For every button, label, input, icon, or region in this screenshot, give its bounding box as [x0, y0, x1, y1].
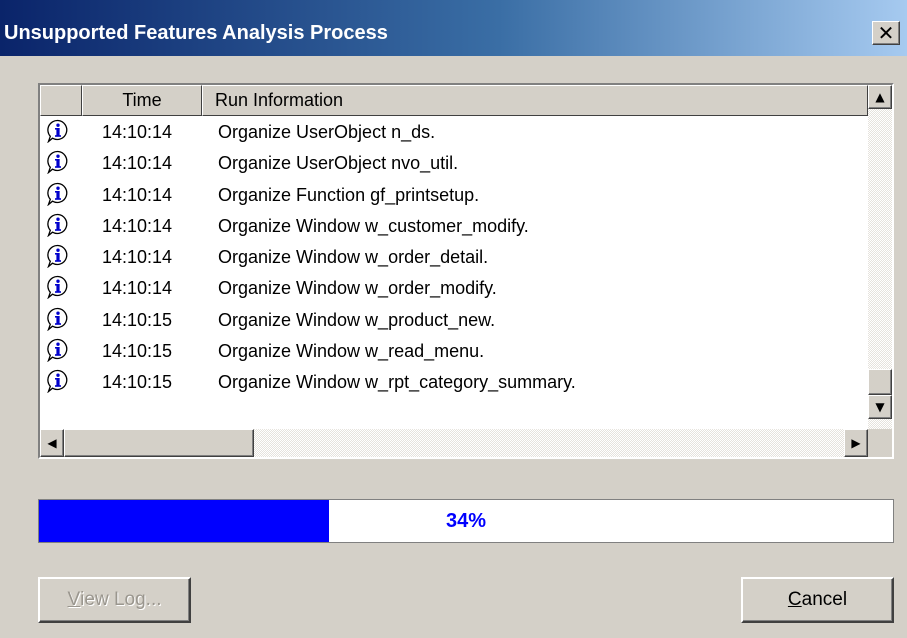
cancel-button[interactable]: Cancel: [741, 577, 894, 623]
log-message: Organize Window w_product_new.: [218, 309, 496, 330]
view-log-mnemonic: V: [67, 589, 81, 610]
info-icon: [46, 213, 70, 238]
list-item[interactable]: 14:10:14 Organize Window w_customer_modif…: [40, 210, 868, 241]
log-message: Organize Window w_rpt_category_summary.: [218, 372, 576, 393]
log-time: 14:10:14: [102, 153, 173, 174]
list-item[interactable]: 14:10:14 Organize Window w_order_modify.: [40, 272, 868, 303]
info-icon: [46, 244, 70, 269]
list-item[interactable]: 14:10:14 Organize Window w_order_detail.: [40, 241, 868, 272]
list-item[interactable]: 14:10:14 Organize Function gf_printsetup.: [40, 179, 868, 210]
log-message: Organize Function gf_printsetup.: [218, 184, 480, 205]
list-item[interactable]: 14:10:14 Organize UserObject nvo_util.: [40, 147, 868, 178]
vertical-scroll-thumb[interactable]: [868, 369, 892, 395]
info-icon: [46, 119, 70, 144]
log-message: Organize Window w_read_menu.: [218, 341, 485, 362]
horizontal-scroll-thumb[interactable]: [64, 429, 254, 457]
list-item[interactable]: 14:10:15 Organize Window w_read_menu.: [40, 335, 868, 366]
vertical-scrollbar[interactable]: ▲ ▼: [868, 85, 892, 429]
log-message: Organize Window w_order_modify.: [218, 278, 497, 299]
progress-bar: 34%: [38, 499, 894, 543]
log-time: 14:10:14: [102, 122, 173, 142]
info-icon: [46, 182, 70, 207]
close-icon: ✕: [877, 21, 895, 45]
arrow-down-icon: ▼: [875, 400, 885, 414]
scrollbar-corner: [868, 429, 892, 457]
info-icon: [46, 338, 70, 363]
info-icon: [46, 369, 70, 394]
log-time: 14:10:15: [102, 309, 173, 330]
header-run-information-column[interactable]: Run Information: [202, 85, 868, 116]
cancel-mnemonic: C: [787, 589, 802, 610]
arrow-up-icon: ▲: [875, 90, 885, 104]
close-button[interactable]: ✕: [872, 21, 900, 45]
log-message: Organize UserObject n_ds.: [218, 122, 436, 142]
header-time-column[interactable]: Time: [82, 85, 202, 116]
cancel-label: ancel: [801, 589, 848, 610]
header-icon-column[interactable]: [40, 85, 82, 116]
arrow-left-icon: ◀: [47, 436, 57, 450]
list-item[interactable]: 14:10:15 Organize Window w_rpt_category_s…: [40, 366, 868, 397]
log-message: Organize UserObject nvo_util.: [218, 153, 459, 174]
window-title: Unsupported Features Analysis Process: [4, 22, 388, 44]
log-time: 14:10:14: [102, 278, 173, 299]
log-time: 14:10:15: [102, 372, 173, 393]
log-message: Organize Window w_order_detail.: [218, 247, 489, 268]
info-icon: [46, 150, 70, 175]
horizontal-scrollbar[interactable]: ◀ ▶: [40, 429, 868, 457]
list-item[interactable]: 14:10:15 Organize Window w_product_new.: [40, 304, 868, 335]
log-time: 14:10:14: [102, 215, 173, 236]
info-icon: [46, 275, 70, 300]
list-header: Time Run Information: [40, 85, 892, 116]
list-item[interactable]: 14:10:14 Organize UserObject n_ds.: [40, 116, 868, 147]
run-log-list[interactable]: Time Run Information 14:10:14 Organize Us…: [38, 83, 894, 459]
title-bar: Unsupported Features Analysis Process ✕: [0, 0, 907, 56]
scroll-up-button[interactable]: ▲: [868, 85, 892, 109]
scroll-down-button[interactable]: ▼: [868, 395, 892, 419]
log-message: Organize Window w_customer_modify.: [218, 215, 529, 236]
scroll-left-button[interactable]: ◀: [40, 429, 64, 457]
progress-percent: 34%: [445, 509, 487, 532]
scroll-right-button[interactable]: ▶: [844, 429, 868, 457]
log-rows: 14:10:14 Organize UserObject n_ds. 14:10:1…: [40, 116, 868, 398]
log-time: 14:10:14: [102, 247, 173, 268]
view-log-label: iew Log...: [80, 589, 162, 610]
info-icon: [46, 307, 70, 332]
log-time: 14:10:14: [102, 184, 173, 205]
arrow-right-icon: ▶: [851, 436, 861, 450]
log-time: 14:10:15: [102, 341, 173, 362]
view-log-button[interactable]: View Log...: [38, 577, 191, 623]
